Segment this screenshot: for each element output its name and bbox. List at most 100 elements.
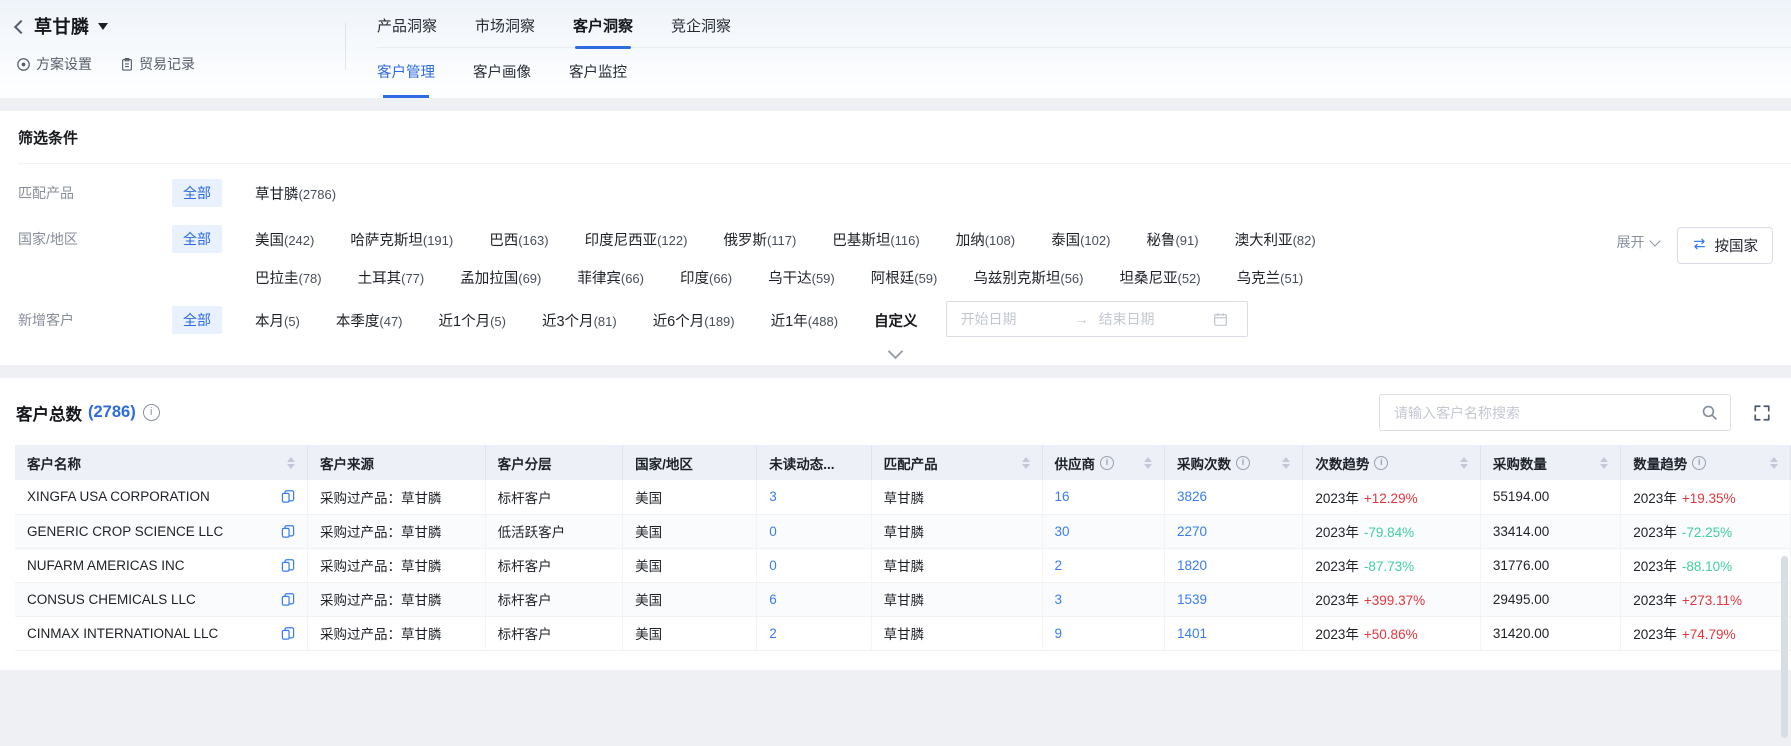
country-filter-option[interactable]: 哈萨克斯坦(191) — [350, 229, 453, 250]
info-icon[interactable]: i — [1374, 456, 1388, 470]
customer-name-text: NUFARM AMERICAS INC — [27, 558, 185, 573]
suppliers-count-link[interactable]: 2 — [1055, 558, 1063, 573]
unread-count-link[interactable]: 2 — [769, 626, 777, 641]
purchase-times-link[interactable]: 3826 — [1177, 489, 1207, 504]
country-filter-option[interactable]: 巴西(163) — [489, 229, 548, 250]
suppliers-count-link[interactable]: 9 — [1055, 626, 1063, 641]
col-country-region-label: 国家/地区 — [635, 453, 693, 473]
purchase-times-link[interactable]: 1820 — [1177, 558, 1207, 573]
purchase-times-link[interactable]: 1401 — [1177, 626, 1207, 641]
vertical-scrollbar[interactable] — [1781, 556, 1788, 738]
unread-count-link[interactable]: 0 — [769, 524, 777, 539]
trade-records-button[interactable]: 贸易记录 — [120, 54, 195, 74]
tab-customer-management[interactable]: 客户管理 — [377, 61, 435, 98]
country-filter-option[interactable]: 印度尼西亚(122) — [585, 229, 688, 250]
sort-icon[interactable] — [1454, 457, 1468, 469]
country-filter-option[interactable]: 坦桑尼亚(52) — [1120, 267, 1201, 288]
report-copy-icon[interactable] — [281, 524, 295, 539]
country-filter-option-count: (66) — [709, 271, 732, 286]
col-quantity-trend-header[interactable]: 数量趋势i — [1621, 445, 1791, 480]
cell-unread-updates: 6 — [757, 582, 871, 616]
country-filter-option[interactable]: 澳大利亚(82) — [1235, 229, 1316, 250]
matched-product-all-chip[interactable]: 全部 — [172, 179, 222, 207]
expand-countries-button[interactable]: 展开 — [1617, 227, 1659, 252]
purchase-times-link[interactable]: 2270 — [1177, 524, 1207, 539]
product-filter-option[interactable]: 草甘膦(2786) — [255, 183, 336, 204]
country-filter-option[interactable]: 印度(66) — [680, 267, 732, 288]
collapse-filter-icon[interactable] — [888, 344, 904, 360]
country-filter-option[interactable]: 阿根廷(59) — [871, 267, 938, 288]
country-filter-option[interactable]: 乌干达(59) — [768, 267, 835, 288]
country-filter-option[interactable]: 乌兹别克斯坦(56) — [973, 267, 1083, 288]
title-dropdown-icon[interactable] — [98, 23, 108, 35]
country-filter-option-count: (59) — [812, 271, 835, 286]
new-customer-filter-option[interactable]: 近1个月(5) — [439, 310, 506, 331]
sort-icon[interactable] — [1016, 457, 1030, 469]
tab-customer-insight[interactable]: 客户洞察 — [573, 15, 633, 47]
search-icon[interactable] — [1701, 404, 1718, 421]
country-filter-option[interactable]: 孟加拉国(69) — [460, 267, 541, 288]
custom-range-option[interactable]: 自定义 — [874, 306, 918, 331]
scheme-settings-button[interactable]: 方案设置 — [16, 54, 92, 74]
suppliers-count-link[interactable]: 16 — [1055, 489, 1070, 504]
country-filter-option[interactable]: 加纳(108) — [956, 229, 1015, 250]
new-customer-filter-option[interactable]: 近1年(488) — [771, 310, 838, 331]
info-icon[interactable]: i — [143, 404, 160, 421]
cell-customer-tier: 低活跃客户 — [485, 514, 623, 548]
report-copy-icon[interactable] — [281, 558, 295, 573]
col-customer-name-header[interactable]: 客户名称 — [15, 445, 307, 480]
tab-customer-profile[interactable]: 客户画像 — [473, 61, 531, 98]
unread-count-link[interactable]: 0 — [769, 558, 777, 573]
col-times-trend-header[interactable]: 次数趋势i — [1303, 445, 1481, 480]
suppliers-count-link[interactable]: 3 — [1055, 592, 1063, 607]
col-suppliers-header[interactable]: 供应商i — [1042, 445, 1165, 480]
info-icon[interactable]: i — [1100, 456, 1114, 470]
country-filter-option[interactable]: 土耳其(77) — [358, 267, 425, 288]
info-icon[interactable]: i — [1692, 456, 1706, 470]
sort-asc-icon — [1600, 457, 1608, 462]
new-customer-filter-option[interactable]: 近3个月(81) — [542, 310, 617, 331]
start-date-input[interactable] — [959, 310, 1067, 328]
back-icon[interactable] — [14, 19, 28, 33]
country-filter-option[interactable]: 菲律宾(66) — [577, 267, 644, 288]
tab-product-insight[interactable]: 产品洞察 — [377, 15, 437, 47]
col-purchase-times-header[interactable]: 采购次数i — [1165, 445, 1303, 480]
col-matched-product-header[interactable]: 匹配产品 — [871, 445, 1042, 480]
country-filter-option[interactable]: 俄罗斯(117) — [723, 229, 796, 250]
country-filter-option-count: (51) — [1280, 271, 1303, 286]
report-copy-icon[interactable] — [281, 592, 295, 607]
report-copy-icon[interactable] — [281, 626, 295, 641]
country-filter-option[interactable]: 秘鲁(91) — [1146, 229, 1198, 250]
purchase-times-link[interactable]: 1539 — [1177, 592, 1207, 607]
by-country-toggle-button[interactable]: 按国家 — [1677, 227, 1774, 264]
sort-icon[interactable] — [1138, 457, 1152, 469]
country-all-chip[interactable]: 全部 — [172, 225, 222, 253]
times-trend-value: -79.84% — [1364, 525, 1414, 540]
sort-icon[interactable] — [1276, 457, 1290, 469]
tab-customer-monitor[interactable]: 客户监控 — [569, 61, 627, 98]
date-range-picker[interactable]: → — [946, 301, 1248, 337]
unread-count-link[interactable]: 6 — [769, 592, 777, 607]
unread-count-link[interactable]: 3 — [769, 489, 777, 504]
sort-icon[interactable] — [1764, 457, 1778, 469]
country-filter-option[interactable]: 泰国(102) — [1051, 229, 1110, 250]
new-customer-filter-option[interactable]: 近6个月(189) — [653, 310, 735, 331]
tab-market-insight[interactable]: 市场洞察 — [475, 15, 535, 47]
end-date-input[interactable] — [1097, 310, 1205, 328]
country-filter-option[interactable]: 巴基斯坦(116) — [832, 229, 919, 250]
new-customer-all-chip[interactable]: 全部 — [172, 306, 222, 334]
col-purchase-quantity-header[interactable]: 采购数量 — [1480, 445, 1620, 480]
country-filter-option[interactable]: 乌克兰(51) — [1237, 267, 1304, 288]
country-filter-option[interactable]: 巴拉圭(78) — [255, 267, 322, 288]
sort-icon[interactable] — [281, 457, 295, 469]
sort-icon[interactable] — [1594, 457, 1608, 469]
new-customer-filter-option[interactable]: 本季度(47) — [336, 310, 403, 331]
suppliers-count-link[interactable]: 30 — [1055, 524, 1070, 539]
fullscreen-icon[interactable] — [1753, 404, 1771, 422]
new-customer-filter-option[interactable]: 本月(5) — [255, 310, 300, 331]
customer-search-input[interactable] — [1392, 404, 1693, 422]
report-copy-icon[interactable] — [281, 489, 295, 504]
info-icon[interactable]: i — [1236, 456, 1250, 470]
country-filter-option[interactable]: 美国(242) — [255, 229, 314, 250]
tab-competitor-insight[interactable]: 竞企洞察 — [671, 15, 731, 47]
